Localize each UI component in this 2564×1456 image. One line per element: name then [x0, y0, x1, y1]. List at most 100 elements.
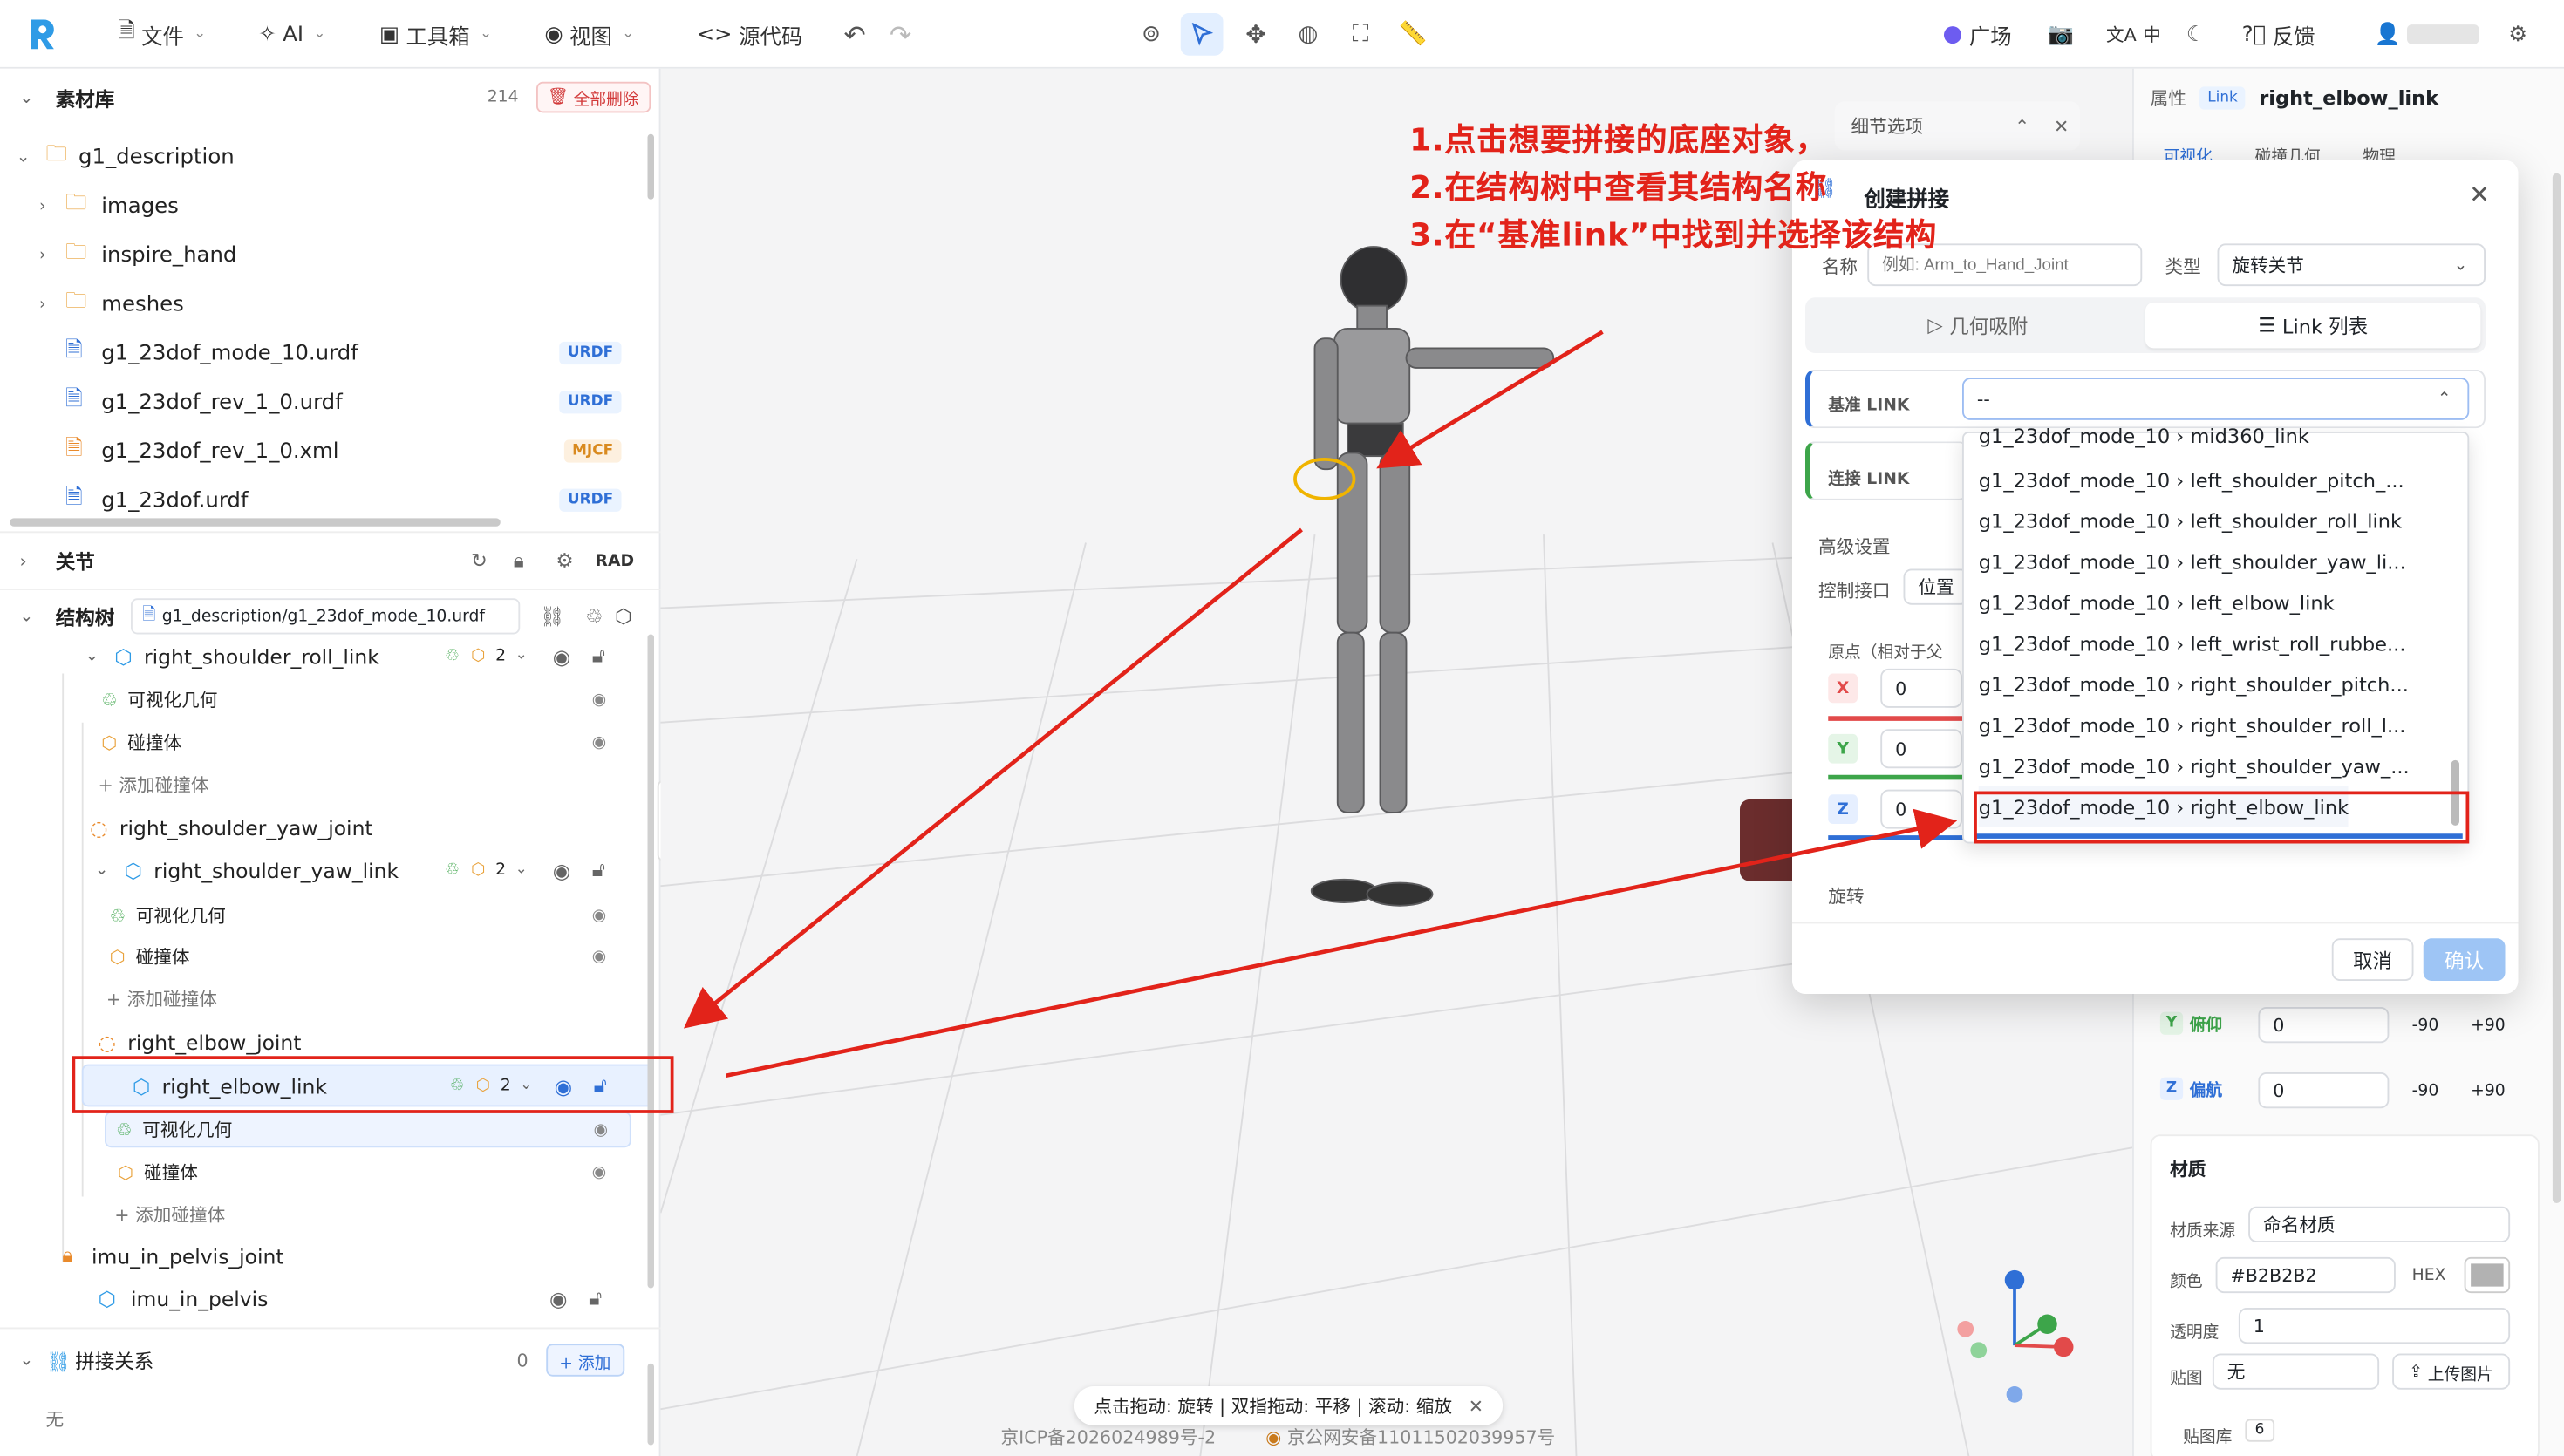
chevron-down-icon[interactable]: ⌄	[515, 648, 528, 664]
menu-view[interactable]: ◉ 视图 ⌄	[544, 18, 634, 51]
chevron-up-icon[interactable]: ⌃	[2015, 115, 2029, 136]
folder-meshes[interactable]: › 🗀 meshes	[39, 286, 184, 322]
tree-node[interactable]: ⌄ ⬡ right_shoulder_roll_link ♲ ⬡ 2 ⌄ ◉ 🔓︎	[85, 637, 642, 673]
tree-node[interactable]: ◌ right_shoulder_yaw_joint	[90, 809, 372, 845]
delete-all-button[interactable]: 🗑 全部删除	[536, 81, 651, 113]
tree-node[interactable]: ⌄ ⬡ right_shoulder_yaw_link ♲ ⬡ 2 ⌄ ◉ 🔓︎	[95, 852, 641, 888]
eye-icon[interactable]: ◉	[553, 643, 570, 668]
folder-root[interactable]: ⌄ 🗀 g1_description	[17, 139, 235, 174]
tree-node[interactable]: ⬡ 碰撞体 ◉	[101, 725, 641, 760]
robot-model[interactable]	[1265, 241, 1592, 960]
tree-node[interactable]: ♲ 可视化几何 ◉	[110, 897, 641, 933]
close-icon[interactable]: ✕	[2054, 115, 2069, 136]
theme-toggle[interactable]: ☾	[2186, 18, 2206, 51]
close-icon[interactable]: ✕	[2469, 180, 2490, 209]
feedback-button[interactable]: ?⃝ 反馈	[2242, 18, 2315, 51]
file-item[interactable]: 🗎 g1_23dof_rev_1_0.xml MJCF	[65, 433, 641, 469]
collision-filter-icon[interactable]: ⬡	[615, 605, 632, 628]
redo-button[interactable]: ↷	[890, 18, 911, 51]
dropdown-option[interactable]: g1_23dof_mode_10 › left_shoulder_yaw_li.…	[1979, 541, 2406, 582]
base-link-select[interactable]: -- ⌃	[1962, 378, 2470, 420]
color-input[interactable]: #B2B2B2	[2215, 1256, 2396, 1294]
tree-node[interactable]: ♲ 可视化几何 ◉	[105, 1112, 631, 1148]
advanced-label[interactable]: 高级设置	[1818, 533, 1891, 559]
eye-icon[interactable]: ◉	[592, 948, 606, 966]
props-scrollbar[interactable]	[2552, 173, 2561, 1203]
origin-z-input[interactable]: 0	[1880, 789, 1962, 829]
gear-icon[interactable]: ⚙	[556, 549, 574, 572]
eye-icon[interactable]: ◉	[549, 1286, 567, 1310]
undo-button[interactable]: ↶	[844, 18, 866, 51]
opacity-input[interactable]: 1	[2238, 1308, 2511, 1344]
eye-icon[interactable]: ◉	[592, 1163, 606, 1181]
add-collision-button[interactable]: + 添加碰撞体	[106, 981, 217, 1017]
assets-vscrollbar[interactable]	[647, 133, 654, 200]
tab-link-list[interactable]: ☰ Link 列表	[2145, 302, 2481, 349]
palette-button[interactable]: ◍	[1287, 13, 1330, 56]
texture-input[interactable]: 无	[2212, 1353, 2380, 1390]
origin-x-input[interactable]: 0	[1880, 668, 1962, 708]
police-record[interactable]: ◉ 京公网安备11011502039957号	[1265, 1424, 1555, 1450]
joints-header[interactable]: › 关节	[20, 548, 95, 575]
fullscreen-button[interactable]: ⛶	[1340, 13, 1382, 56]
camera-focus-button[interactable]: ⊚	[1130, 13, 1173, 56]
structure-file-select[interactable]: 🗎 g1_description/g1_23dof_mode_10.urdf	[131, 598, 521, 635]
menu-ai[interactable]: ✧ AI ⌄	[258, 18, 325, 51]
reset-icon[interactable]: ↻	[471, 549, 488, 572]
screenshot-button[interactable]: 📷	[2048, 18, 2074, 51]
settings-button[interactable]: ⚙	[2508, 18, 2527, 51]
type-select[interactable]: 旋转关节 ⌄	[2217, 243, 2486, 287]
mat-source-select[interactable]: 命名材质	[2248, 1206, 2511, 1242]
menu-source[interactable]: <> 源代码	[697, 18, 803, 51]
cancel-button[interactable]: 取消	[2331, 938, 2414, 981]
dropdown-option[interactable]: g1_23dof_mode_10 › right_shoulder_yaw_..…	[1979, 745, 2410, 786]
axis-gizmo[interactable]	[1944, 1259, 2091, 1423]
dropdown-option[interactable]: g1_23dof_mode_10 › left_elbow_link	[1979, 582, 2335, 623]
tree-node[interactable]: ⬡ 碰撞体 ◉	[118, 1154, 641, 1190]
assets-hscrollbar[interactable]	[10, 518, 501, 527]
pitch-input[interactable]: 0	[2258, 1007, 2390, 1044]
plaza-link[interactable]: ● 广场	[1943, 18, 2012, 51]
tree-node[interactable]: ◌ right_elbow_joint	[99, 1024, 302, 1059]
dropdown-option[interactable]: g1_23dof_mode_10 › left_shoulder_pitch_.…	[1979, 459, 2404, 500]
eye-icon[interactable]: ◉	[592, 907, 606, 925]
unlock-icon[interactable]: 🔓︎	[592, 643, 605, 669]
dropdown-option[interactable]: g1_23dof_mode_10 › left_wrist_roll_rubbe…	[1979, 623, 2406, 663]
chevron-down-icon[interactable]: ⌄	[20, 90, 56, 108]
unit-toggle[interactable]: RAD	[596, 553, 635, 571]
hierarchy-icon[interactable]: ⛓	[540, 605, 565, 628]
menu-file[interactable]: 🗎 文件 ⌄	[118, 18, 206, 51]
upload-image-button[interactable]: ⇪ 上传图片	[2392, 1353, 2511, 1390]
add-collision-button[interactable]: + 添加碰撞体	[114, 1197, 225, 1233]
confirm-button[interactable]: 确认	[2423, 938, 2506, 981]
file-item[interactable]: 🗎 g1_23dof_rev_1_0.urdf URDF	[65, 384, 641, 420]
dropdown-option[interactable]: g1_23dof_mode_10 › right_shoulder_pitch.…	[1979, 663, 2409, 704]
visual-filter-icon[interactable]: ♲	[585, 605, 603, 628]
dropdown-option[interactable]: g1_23dof_mode_10 › left_shoulder_roll_li…	[1979, 500, 2402, 541]
file-item[interactable]: 🗎 g1_23dof.urdf URDF	[65, 482, 641, 518]
yaw-input[interactable]: 0	[2258, 1072, 2390, 1109]
origin-y-input[interactable]: 0	[1880, 729, 1962, 769]
move-tool-button[interactable]: ✥	[1235, 13, 1278, 56]
splice-header[interactable]: ⌄ ⛓ 拼接关系	[20, 1347, 154, 1375]
eye-icon[interactable]: ◉	[592, 733, 606, 752]
tree-node[interactable]: 🔒︎ imu_in_pelvis_joint	[62, 1237, 283, 1273]
unlock-icon[interactable]: 🔓︎	[592, 857, 605, 883]
dropdown-option[interactable]: g1_23dof_mode_10 › mid360_link	[1979, 420, 2309, 453]
close-icon[interactable]: ✕	[1469, 1395, 1483, 1416]
structure-header[interactable]: ⌄ 结构树	[20, 603, 115, 631]
language-button[interactable]: 文A 中	[2106, 18, 2161, 51]
file-item[interactable]: 🗎 g1_23dof_mode_10.urdf URDF	[65, 335, 641, 371]
eye-icon[interactable]: ◉	[592, 691, 606, 709]
add-splice-button[interactable]: + 添加	[546, 1344, 624, 1377]
app-logo[interactable]	[26, 17, 59, 52]
measure-button[interactable]: 📏	[1392, 13, 1435, 56]
menu-toolbox[interactable]: ▣ 工具箱 ⌄	[379, 18, 492, 51]
tab-geo-snap[interactable]: ▷ 几何吸附	[1810, 311, 2145, 339]
user-menu[interactable]: 👤	[2375, 18, 2479, 51]
lock-icon[interactable]: 🔒︎	[514, 549, 524, 574]
add-collision-button[interactable]: + 添加碰撞体	[99, 766, 209, 802]
texlib-label[interactable]: 贴图库	[2183, 1422, 2232, 1447]
eye-icon[interactable]: ◉	[553, 857, 570, 881]
folder-images[interactable]: › 🗀 images	[39, 188, 179, 224]
